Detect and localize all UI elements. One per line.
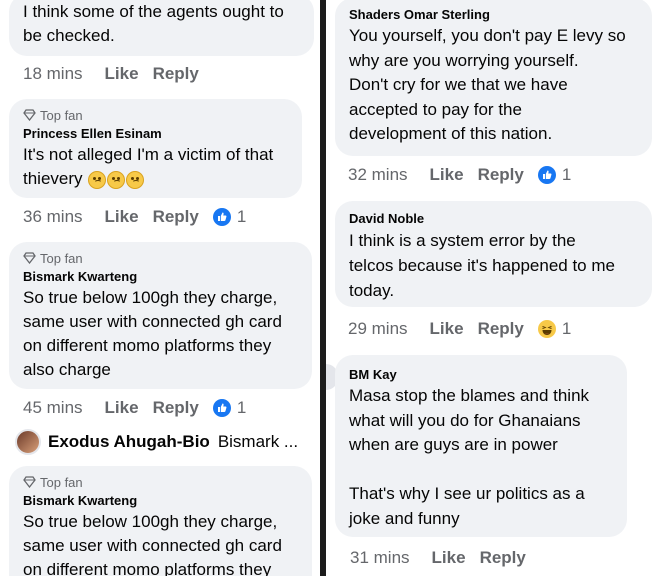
comment-timestamp: 31 mins: [350, 548, 410, 567]
comment-actions: 31 mins Like Reply: [350, 548, 540, 568]
like-button[interactable]: Like: [430, 165, 464, 185]
comment-author[interactable]: Bismark Kwarteng: [23, 268, 298, 286]
comment-timestamp: 45 mins: [23, 398, 83, 417]
reaction-summary[interactable]: 1: [212, 398, 247, 418]
reply-button[interactable]: Reply: [153, 207, 199, 227]
like-button[interactable]: Like: [432, 548, 466, 568]
comment-author[interactable]: BM Kay: [349, 366, 613, 384]
diamond-icon: [23, 252, 36, 264]
reply-button[interactable]: Reply: [153, 398, 199, 418]
diamond-icon: [23, 476, 36, 488]
like-button[interactable]: Like: [105, 398, 139, 418]
comment-actions: 32 mins Like Reply 1: [348, 165, 571, 185]
reaction-count: 1: [561, 319, 572, 338]
worried-emoji: [126, 170, 145, 189]
like-reaction-icon: [212, 399, 231, 417]
avatar[interactable]: [15, 429, 41, 455]
reply-snippet: Bismark ...: [217, 432, 299, 451]
badge-label: Top fan: [40, 250, 83, 266]
reply-button[interactable]: Reply: [153, 64, 199, 84]
comment-bubble: David Noble I think is a system error by…: [335, 201, 652, 307]
comment-text: It's not alleged I'm a victim of that th…: [23, 143, 288, 191]
comment-text: So true below 100gh they charge, same us…: [23, 288, 282, 379]
right-comment-panel: Shaders Omar Sterling You yourself, you …: [326, 0, 655, 576]
worried-emoji: [107, 170, 126, 189]
badge-label: Top fan: [40, 107, 83, 123]
comment-author[interactable]: Shaders Omar Sterling: [349, 6, 638, 24]
comment-text: I think is a system error by the telcos …: [349, 231, 615, 300]
reaction-count: 1: [236, 207, 247, 226]
comment-author[interactable]: David Noble: [349, 210, 638, 228]
comment-timestamp: 36 mins: [23, 207, 83, 226]
comment-bubble: Top fan Bismark Kwarteng So true below 1…: [9, 466, 312, 576]
comment-text: I think some of the agents ought to be c…: [23, 2, 284, 45]
comment-text-content: It's not alleged I'm a victim of that th…: [23, 145, 274, 188]
comment-text: Masa stop the blames and think what will…: [349, 386, 590, 528]
left-comment-panel: I think some of the agents ought to be c…: [0, 0, 320, 576]
comment-actions: 36 mins Like Reply 1: [23, 207, 246, 227]
like-button[interactable]: Like: [105, 207, 139, 227]
comment-bubble: I think some of the agents ought to be c…: [9, 0, 314, 56]
comment-text: So true below 100gh they charge, same us…: [23, 512, 282, 576]
reaction-count: 1: [561, 165, 572, 184]
reply-preview[interactable]: Exodus Ahugah-Bio Bismark ...: [48, 432, 298, 452]
reply-button[interactable]: Reply: [478, 165, 524, 185]
like-button[interactable]: Like: [430, 319, 464, 339]
comment-bubble: Top fan Bismark Kwarteng So true below 1…: [9, 242, 312, 389]
comment-actions: 45 mins Like Reply 1: [23, 398, 246, 418]
reaction-summary[interactable]: 1: [537, 319, 572, 339]
reaction-summary[interactable]: 1: [212, 207, 247, 227]
like-reaction-icon: [212, 208, 231, 226]
comment-timestamp: 29 mins: [348, 319, 408, 338]
top-fan-badge: Top fan: [23, 474, 298, 490]
comment-actions: 29 mins Like Reply 1: [348, 319, 571, 339]
comment-timestamp: 32 mins: [348, 165, 408, 184]
comment-bubble: BM Kay Masa stop the blames and think wh…: [335, 355, 627, 537]
comment-author[interactable]: Bismark Kwarteng: [23, 492, 298, 510]
comment-timestamp: 18 mins: [23, 64, 83, 83]
reply-button[interactable]: Reply: [478, 319, 524, 339]
comment-bubble: Top fan Princess Ellen Esinam It's not a…: [9, 99, 302, 198]
reply-button[interactable]: Reply: [480, 548, 526, 568]
reaction-summary[interactable]: 1: [537, 165, 572, 185]
top-fan-badge: Top fan: [23, 250, 298, 266]
diamond-icon: [23, 109, 36, 121]
badge-label: Top fan: [40, 474, 83, 490]
reaction-count: 1: [236, 398, 247, 417]
like-button[interactable]: Like: [105, 64, 139, 84]
comment-actions: 18 mins Like Reply: [23, 64, 213, 84]
comment-text: You yourself, you don't pay E levy so wh…: [349, 26, 626, 143]
like-reaction-icon: [537, 166, 556, 184]
comment-author[interactable]: Princess Ellen Esinam: [23, 125, 288, 143]
reply-author: Exodus Ahugah-Bio: [48, 432, 210, 451]
comment-bubble: Shaders Omar Sterling You yourself, you …: [335, 0, 652, 156]
top-fan-badge: Top fan: [23, 107, 288, 123]
worried-emoji: [88, 170, 107, 189]
haha-reaction-icon: [537, 320, 556, 338]
